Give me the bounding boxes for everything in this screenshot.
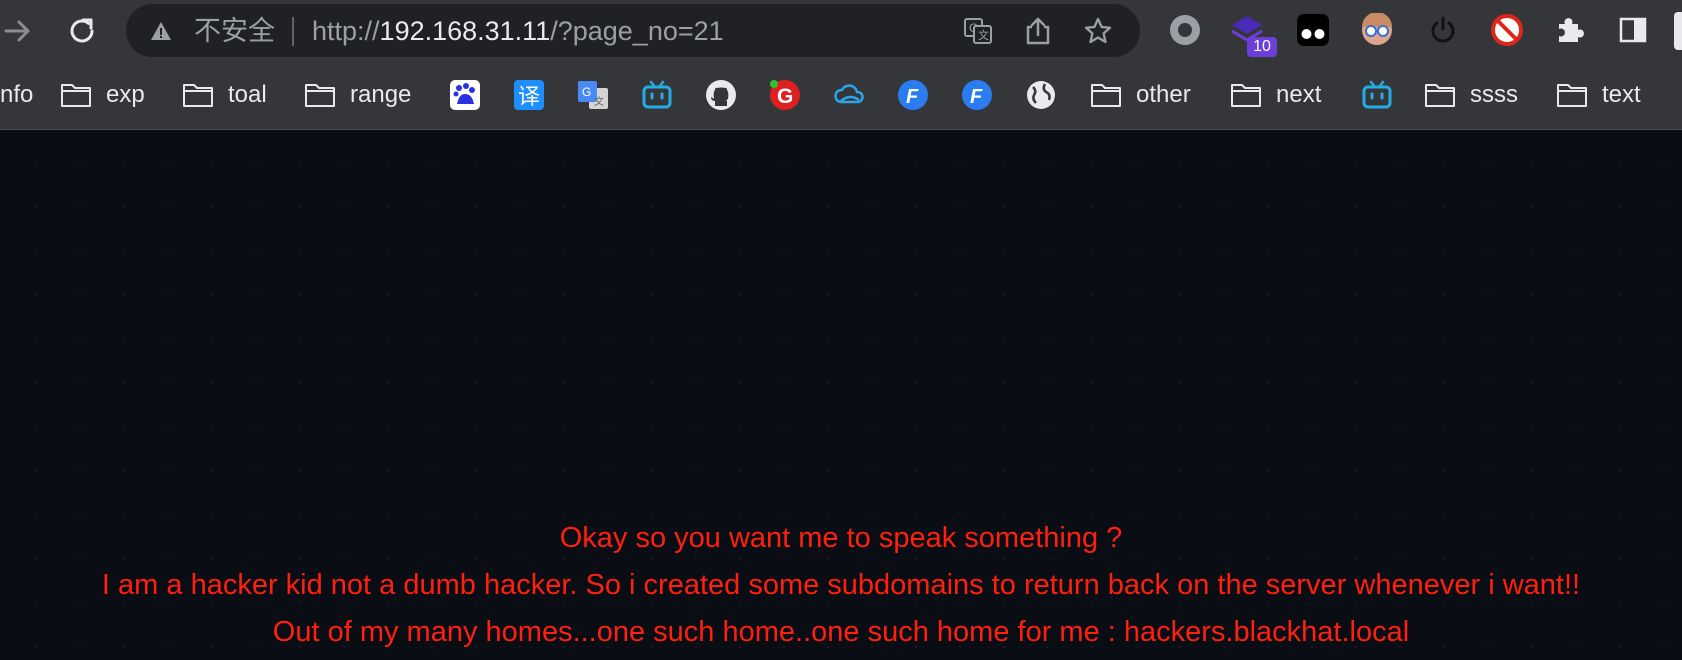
bookmark-info[interactable]: nfo	[0, 62, 33, 128]
bookmark-star-button[interactable]	[1082, 15, 1114, 47]
arrow-right-icon	[4, 20, 30, 42]
not-secure-label[interactable]: 不安全	[194, 17, 275, 45]
g-logo-icon: G	[770, 80, 800, 110]
bilibili-tv-icon	[1362, 80, 1392, 109]
f-logo-icon: F	[962, 80, 992, 110]
message-line-2: I am a hacker kid not a dumb hacker. So …	[101, 569, 1581, 601]
bookmark-folder-text[interactable]: text	[1556, 62, 1641, 128]
github-icon	[706, 80, 736, 110]
address-bar[interactable]: 不安全 http://192.168.31.11/?page_no=21 G 文	[126, 4, 1140, 57]
f-logo-icon: F	[898, 80, 928, 110]
bookmark-label: range	[350, 81, 412, 108]
side-panel-icon	[1619, 17, 1647, 43]
share-icon	[1026, 17, 1050, 45]
extension-tampermonkey[interactable]	[1294, 11, 1332, 49]
url-host: 192.168.31.11	[379, 16, 551, 46]
folder-icon	[305, 84, 335, 107]
folder-icon	[1557, 84, 1587, 107]
bilibili-tv-icon	[642, 80, 672, 109]
url-scheme: http://	[312, 16, 380, 46]
warning-icon	[151, 22, 171, 40]
bookmark-bilibili[interactable]	[640, 78, 674, 112]
svg-text:F: F	[906, 86, 919, 108]
puzzle-icon	[1559, 18, 1584, 42]
svg-text:G: G	[777, 85, 793, 108]
bookmark-label: text	[1602, 81, 1641, 108]
tampermonkey-icon	[1297, 14, 1329, 46]
bookmark-label: exp	[106, 81, 145, 108]
side-panel-button[interactable]	[1614, 11, 1652, 49]
translate-icon: G 文	[964, 18, 992, 44]
bookmark-github[interactable]	[704, 78, 738, 112]
bookmark-folder-range[interactable]: range	[304, 62, 411, 128]
folder-icon	[1231, 84, 1261, 107]
message-line-3: Out of my many homes...one such home..on…	[272, 616, 1410, 648]
reload-icon	[70, 18, 94, 43]
folder-icon	[1425, 84, 1455, 107]
bookmark-label: toal	[228, 81, 267, 108]
svg-text:译: 译	[518, 85, 540, 110]
browser-toolbar: 不安全 http://192.168.31.11/?page_no=21 G 文	[0, 0, 1682, 62]
record-icon	[1170, 15, 1200, 45]
extension-record[interactable]	[1166, 11, 1204, 49]
omnibox-divider	[292, 17, 294, 46]
bookmark-google-translate[interactable]: G 文	[576, 78, 610, 112]
folder-icon	[183, 84, 213, 107]
bookmark-label: next	[1276, 81, 1322, 108]
star-icon	[1084, 17, 1112, 44]
bookmark-label: ssss	[1470, 81, 1518, 108]
extension-power[interactable]	[1424, 11, 1462, 49]
bookmark-translate[interactable]: 译	[512, 78, 546, 112]
reload-button[interactable]	[64, 13, 100, 49]
bookmark-g-red[interactable]: G	[768, 78, 802, 112]
translate-button[interactable]: G 文	[962, 15, 994, 47]
page-content: Okay so you want me to speak something ?…	[0, 131, 1682, 660]
bookmark-folder-other[interactable]: other	[1090, 62, 1191, 128]
block-icon	[1491, 14, 1523, 46]
share-button[interactable]	[1022, 15, 1054, 47]
bookmark-folder-next[interactable]: next	[1230, 62, 1321, 128]
extensions-menu-button[interactable]	[1551, 11, 1589, 49]
extension-avatar[interactable]	[1358, 11, 1396, 49]
baidu-paw-icon	[450, 80, 480, 110]
bookmark-baidu[interactable]	[448, 78, 482, 112]
extension-blocker[interactable]	[1488, 11, 1526, 49]
svg-text:文: 文	[978, 28, 989, 42]
bookmark-bilibili-2[interactable]	[1360, 78, 1394, 112]
bookmark-folder-exp[interactable]: exp	[60, 62, 145, 128]
svg-text:文: 文	[594, 95, 604, 108]
bookmarks-bar: nfo exp toal range 译 G 文 G F F other nex…	[0, 62, 1682, 130]
folder-icon	[1091, 84, 1121, 107]
bookmark-folder-toal[interactable]: toal	[182, 62, 267, 128]
bookmark-f-app-1[interactable]: F	[896, 78, 930, 112]
url-text[interactable]: http://192.168.31.11/?page_no=21	[312, 17, 724, 45]
folder-icon	[61, 84, 91, 107]
bookmark-label: other	[1136, 81, 1191, 108]
globe-icon	[1027, 81, 1055, 109]
profile-button-edge[interactable]	[1674, 12, 1682, 50]
cloud-icon	[834, 84, 864, 104]
power-icon	[1431, 16, 1455, 43]
glasses-face-icon	[1362, 13, 1392, 45]
bookmark-globe[interactable]	[1024, 78, 1058, 112]
translate-yi-icon: 译	[514, 80, 544, 110]
forward-button[interactable]	[0, 13, 36, 49]
bookmark-folder-ssss[interactable]: ssss	[1424, 62, 1518, 128]
google-translate-icon: G 文	[578, 81, 608, 109]
svg-text:G: G	[582, 85, 591, 99]
message-line-1: Okay so you want me to speak something ?	[559, 522, 1123, 554]
svg-text:F: F	[970, 86, 983, 108]
extension-badge: 10	[1247, 37, 1277, 57]
url-path: /?page_no=21	[550, 16, 724, 46]
bookmark-label: nfo	[0, 81, 34, 108]
bookmark-f-app-2[interactable]: F	[960, 78, 994, 112]
bookmark-cloud[interactable]	[832, 78, 866, 112]
